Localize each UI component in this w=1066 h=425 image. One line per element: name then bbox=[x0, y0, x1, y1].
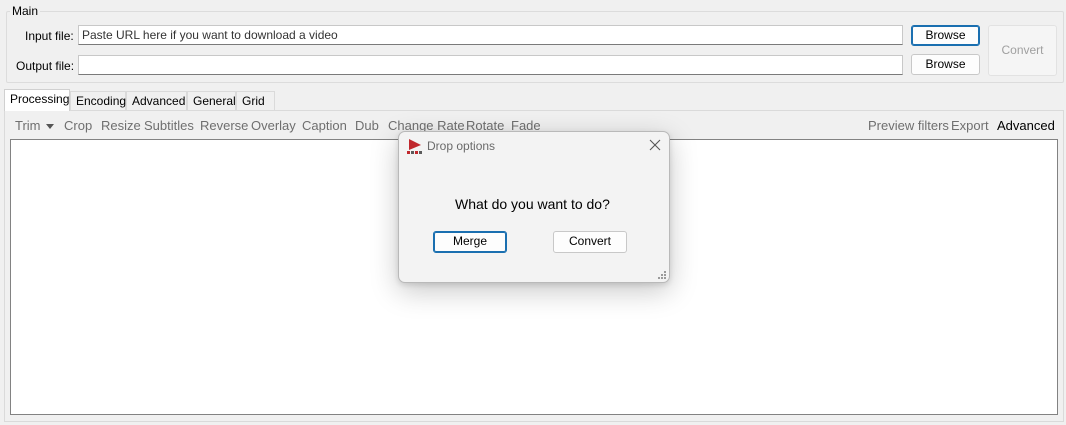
input-file-label: Input file: bbox=[25, 29, 74, 43]
resize-grip-icon[interactable] bbox=[657, 270, 667, 280]
toolbar-dub[interactable]: Dub bbox=[355, 118, 379, 133]
drop-options-dialog: Drop options What do you want to do? Mer… bbox=[398, 131, 670, 283]
toolbar-overlay[interactable]: Overlay bbox=[251, 118, 296, 133]
toolbar-reverse[interactable]: Reverse bbox=[200, 118, 248, 133]
output-file-field[interactable] bbox=[78, 55, 903, 75]
tab-general[interactable]: General bbox=[187, 91, 236, 110]
dialog-convert-button[interactable]: Convert bbox=[553, 231, 627, 253]
dialog-question: What do you want to do? bbox=[455, 196, 610, 212]
convert-button[interactable]: Convert bbox=[988, 25, 1057, 76]
toolbar-advanced[interactable]: Advanced bbox=[997, 118, 1055, 133]
toolbar-export[interactable]: Export bbox=[951, 118, 989, 133]
tab-advanced[interactable]: Advanced bbox=[126, 91, 187, 110]
tab-grid[interactable]: Grid bbox=[236, 91, 275, 110]
toolbar-preview-filters[interactable]: Preview filters bbox=[868, 118, 949, 133]
merge-button[interactable]: Merge bbox=[433, 231, 507, 253]
tab-encoding[interactable]: Encoding bbox=[70, 91, 126, 110]
app-logo-icon bbox=[406, 138, 424, 156]
input-file-field[interactable] bbox=[78, 25, 903, 45]
toolbar-trim[interactable]: Trim bbox=[15, 118, 41, 133]
close-icon[interactable] bbox=[649, 139, 661, 151]
toolbar-caption[interactable]: Caption bbox=[302, 118, 347, 133]
tab-processing[interactable]: Processing bbox=[4, 89, 70, 111]
toolbar-resize[interactable]: Resize bbox=[101, 118, 141, 133]
main-group-title: Main bbox=[10, 4, 41, 18]
output-file-label: Output file: bbox=[16, 59, 75, 73]
toolbar-crop[interactable]: Crop bbox=[64, 118, 92, 133]
dialog-title: Drop options bbox=[427, 139, 496, 153]
output-browse-button[interactable]: Browse bbox=[911, 54, 980, 75]
input-browse-button[interactable]: Browse bbox=[911, 25, 980, 46]
trim-dropdown-icon[interactable] bbox=[46, 124, 54, 129]
toolbar-subtitles[interactable]: Subtitles bbox=[144, 118, 194, 133]
